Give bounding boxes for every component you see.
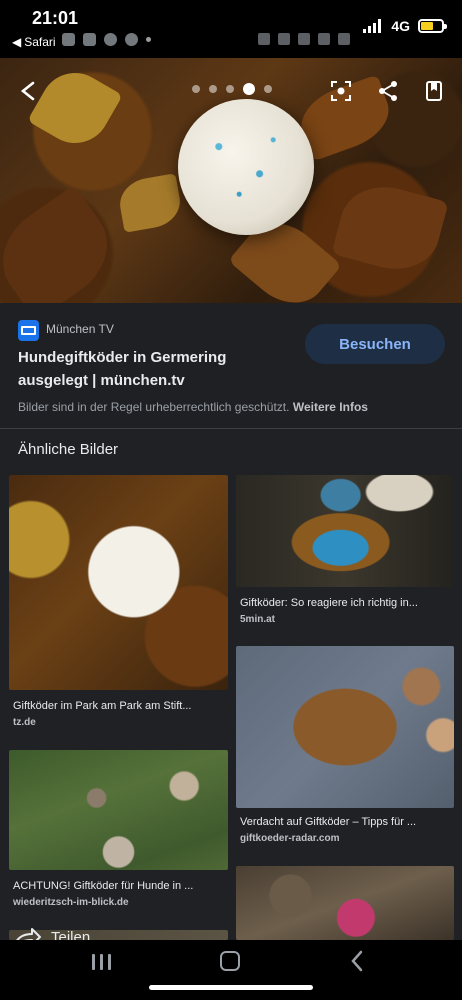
source-logo [18, 320, 39, 341]
leaf-shape [0, 184, 126, 303]
source-name[interactable]: München TV [46, 322, 114, 336]
back-arrow-icon: ◀ [12, 35, 22, 49]
home-indicator[interactable] [149, 985, 313, 990]
wifi-icon [318, 33, 330, 45]
lens-button[interactable] [325, 75, 357, 107]
pager-dot[interactable] [209, 85, 217, 93]
related-image-card[interactable]: Giftköder: So reagiere ich richtig in...… [236, 475, 454, 631]
battery-saver-icon [338, 33, 350, 45]
related-images-heading: Ähnliche Bilder [18, 441, 119, 458]
leaf-shape [116, 173, 184, 233]
share-icon [379, 81, 397, 101]
related-image-title: Giftköder im Park am Park am Stift... [13, 700, 192, 712]
notification-icon [83, 33, 96, 46]
hero-image[interactable] [0, 58, 462, 303]
notification-icon [62, 33, 75, 46]
share-button[interactable] [372, 75, 404, 107]
image-pager [192, 83, 272, 95]
recents-icon [92, 954, 95, 970]
notification-icons [62, 33, 151, 46]
signal-icon [363, 19, 382, 33]
recents-icon [108, 954, 111, 970]
bookmark-icon [426, 81, 442, 101]
pager-dot[interactable] [264, 85, 272, 93]
related-image-domain: tz.de [13, 717, 36, 728]
system-nav-bar [0, 940, 462, 1000]
recents-icon [100, 954, 103, 970]
bait-ball [178, 99, 314, 235]
network-type: 4G [391, 18, 410, 34]
chat-icon [125, 33, 138, 46]
related-image-domain: giftkoeder-radar.com [240, 833, 340, 844]
more-info-link[interactable]: Weitere Infos [293, 400, 368, 414]
bookmark-button[interactable] [418, 75, 450, 107]
related-image-domain: 5min.at [240, 614, 276, 625]
source-panel: München TV Hundegiftköder in Germering a… [0, 303, 462, 428]
status-time: 21:01 [32, 8, 79, 28]
status-bar: 21:01 ◀ Safari 4G [0, 0, 462, 58]
related-image-card[interactable] [236, 866, 454, 940]
home-button[interactable] [220, 951, 240, 971]
related-thumbnail [236, 866, 454, 940]
notification-icon [104, 33, 117, 46]
battery-icon [418, 19, 447, 33]
pager-dot[interactable] [192, 85, 200, 93]
mute-icon [278, 33, 290, 45]
alarm-icon [258, 33, 270, 45]
related-thumbnail [9, 475, 228, 690]
source-title[interactable]: Hundegiftköder in Germering ausgelegt | … [18, 346, 278, 392]
system-icons [258, 33, 350, 45]
close-icon [20, 81, 35, 101]
more-notifications-icon [146, 37, 151, 42]
related-thumbnail [236, 475, 454, 587]
related-image-card[interactable]: Verdacht auf Giftköder – Tipps für ... g… [236, 646, 454, 850]
lens-icon [331, 81, 351, 101]
related-image-title: Verdacht auf Giftköder – Tipps für ... [240, 816, 417, 828]
related-image-title: ACHTUNG! Giftköder für Hunde in ... [13, 880, 194, 892]
pager-dot[interactable] [226, 85, 234, 93]
battery-cap [444, 24, 447, 29]
related-image-card[interactable]: ACHTUNG! Giftköder für Hunde in ... wied… [9, 750, 228, 915]
leaf-shape [331, 176, 449, 280]
battery-level [421, 22, 433, 30]
back-app-label: Safari [24, 35, 56, 49]
status-right: 4G [363, 18, 447, 34]
back-nav-icon[interactable] [350, 950, 364, 972]
lock-icon [298, 33, 310, 45]
close-button[interactable] [12, 75, 44, 107]
related-image-title: Giftköder: So reagiere ich richtig in... [240, 597, 418, 609]
related-thumbnail [9, 750, 228, 870]
divider [0, 428, 462, 429]
related-image-card[interactable]: Giftköder im Park am Park am Stift... tz… [9, 475, 228, 730]
copyright-text: Bilder sind in der Regel urheberrechtlic… [18, 400, 290, 414]
copyright-notice: Bilder sind in der Regel urheberrechtlic… [18, 400, 368, 414]
related-image-domain: wiederitzsch-im-blick.de [13, 897, 129, 908]
pager-dot-active[interactable] [243, 83, 255, 95]
related-thumbnail [236, 646, 454, 808]
back-to-app[interactable]: ◀ Safari [12, 35, 56, 49]
visit-button[interactable]: Besuchen [305, 324, 445, 364]
tv-logo-icon [21, 326, 36, 335]
recents-button[interactable] [92, 954, 114, 970]
